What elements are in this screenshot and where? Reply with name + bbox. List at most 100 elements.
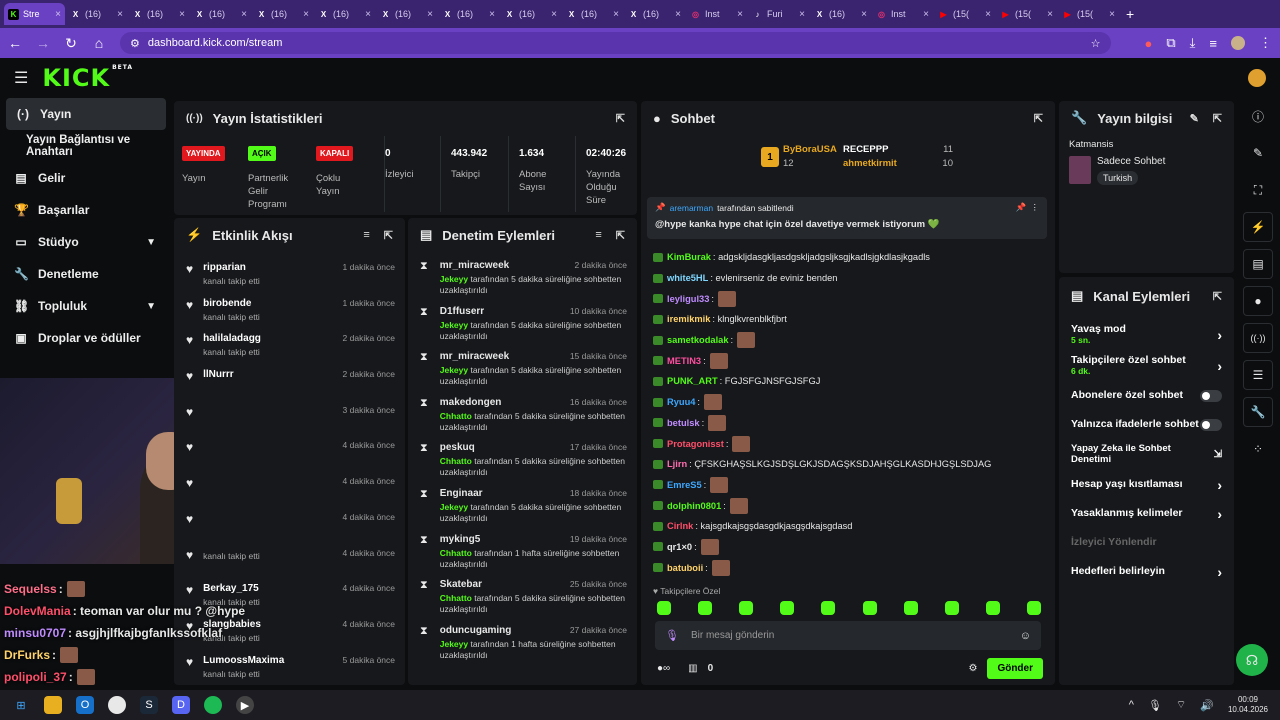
chat-message[interactable]: white5HL: evlenirseniz de eviniz benden: [653, 268, 1049, 289]
sliders-icon[interactable]: ☰: [1243, 360, 1273, 390]
pencil-icon[interactable]: ✎: [1243, 138, 1273, 168]
system-clock[interactable]: 00:09 10.04.2026: [1228, 695, 1268, 716]
gifter-2[interactable]: RECEPPP 11: [843, 144, 953, 155]
moderator-name[interactable]: Jekeyy: [440, 320, 468, 330]
extension-icon[interactable]: ●: [1145, 36, 1153, 51]
file-explorer-icon[interactable]: [44, 696, 62, 714]
moderation-row[interactable]: ⧗ mr_miracweek 15 dakika önce Jekeyy tarafı…: [408, 343, 637, 389]
tab-close-icon[interactable]: ×: [303, 9, 309, 20]
chat-username[interactable]: white5HL: [667, 273, 708, 283]
channel-action-item[interactable]: Takipçilere özel sohbet 6 dk. ›: [1059, 350, 1234, 381]
emote-icon[interactable]: [944, 601, 959, 615]
tab-close-icon[interactable]: ×: [985, 9, 991, 20]
channel-action-item[interactable]: Hesap yaşı kısıtlaması ›: [1059, 470, 1234, 499]
moderated-user[interactable]: peskuq: [440, 442, 475, 453]
moderated-user[interactable]: Enginaar: [440, 488, 483, 499]
browser-tab[interactable]: X (16) ×: [376, 3, 437, 25]
tab-close-icon[interactable]: ×: [675, 9, 681, 20]
emote-icon[interactable]: [657, 601, 671, 615]
moderation-row[interactable]: ⧗ D1ffuserr 10 dakika önce Jekeyy tarafında…: [408, 298, 637, 344]
sidebar-item[interactable]: ▤ Gelir: [0, 162, 172, 194]
info-icon[interactable]: ⓘ: [1243, 101, 1273, 131]
points-icon[interactable]: ●∞: [657, 663, 670, 674]
browser-tab[interactable]: ◎ Inst ×: [872, 3, 933, 25]
tab-close-icon[interactable]: ×: [179, 9, 185, 20]
moderation-row[interactable]: ⧗ mr_miracweek 2 dakika önce Jekeyy tarafın…: [408, 252, 637, 298]
filter-icon[interactable]: ≡: [363, 229, 369, 242]
tray-arrow-icon[interactable]: ^: [1129, 699, 1134, 711]
chat-username[interactable]: Cirlnk: [667, 521, 693, 531]
popout-icon[interactable]: ⇱: [616, 229, 625, 242]
moderated-user[interactable]: mr_miracweek: [440, 351, 510, 362]
moderation-row[interactable]: ⧗ Enginaar 18 dakika önce Jekeyy tarafından…: [408, 480, 637, 526]
channel-action-item[interactable]: Yalnızca ifadelerle sohbet: [1059, 410, 1234, 439]
moderation-row[interactable]: ⧗ makedongen 16 dakika önce Chhatto tarafın…: [408, 389, 637, 435]
tab-close-icon[interactable]: ×: [1047, 9, 1053, 20]
back-icon[interactable]: ←: [8, 35, 22, 51]
moderated-user[interactable]: myking5: [440, 534, 481, 545]
sidebar-item[interactable]: ▭ Stüdyo ▼: [0, 226, 172, 258]
network-icon[interactable]: ⌔: [1176, 698, 1186, 712]
tab-close-icon[interactable]: ×: [551, 9, 557, 20]
sidebar-item[interactable]: 🏆 Başarılar: [0, 194, 172, 226]
settings-icon[interactable]: ⚙: [968, 663, 977, 674]
popout-icon[interactable]: ⇱: [1213, 112, 1222, 125]
chat-message[interactable]: KimBurak: adgskljdasgkljasdgskljadgsljks…: [653, 247, 1049, 268]
chat-username[interactable]: Ryuu4: [667, 397, 695, 407]
sidebar-item[interactable]: 🔧 Denetleme: [0, 258, 172, 290]
windows-start-icon[interactable]: ⊞: [12, 696, 30, 714]
pinned-by-user[interactable]: aremarman: [670, 203, 713, 213]
emote-icon[interactable]: [698, 601, 713, 615]
chat-message[interactable]: Cirlnk: kajsgdkajsgşdasgdkjasgşdkajsgdas…: [653, 516, 1049, 537]
chat-username[interactable]: betulsk: [667, 418, 700, 428]
activity-row[interactable]: ♥ 4 dakika önce: [174, 502, 405, 538]
activity-row[interactable]: ♥ 4 dakika önce: [174, 430, 405, 466]
activity-user[interactable]: ripparian: [203, 262, 260, 273]
moderator-name[interactable]: Jekeyy: [440, 274, 468, 284]
tab-close-icon[interactable]: ×: [117, 9, 123, 20]
browser-tab[interactable]: ◎ Inst ×: [686, 3, 747, 25]
tab-close-icon[interactable]: ×: [241, 9, 247, 20]
broadcast-icon[interactable]: ((·)): [1243, 323, 1273, 353]
send-button[interactable]: Gönder: [987, 657, 1043, 679]
browser-tab[interactable]: K Stre ×: [4, 3, 65, 25]
moderated-user[interactable]: D1ffuserr: [440, 306, 484, 317]
apps-icon[interactable]: ⁘: [1243, 434, 1273, 464]
mic-icon[interactable]: 🎙: [665, 629, 679, 642]
moderated-user[interactable]: Skatebar: [440, 579, 482, 590]
browser-tab[interactable]: X (16) ×: [500, 3, 561, 25]
pinned-message[interactable]: 📌 aremarman tarafından sabitlendi 📌 ⋮ @h…: [647, 197, 1047, 239]
toggle-switch[interactable]: [1200, 389, 1222, 402]
tab-close-icon[interactable]: ×: [613, 9, 619, 20]
profile-avatar[interactable]: [1231, 36, 1245, 50]
tab-close-icon[interactable]: ×: [799, 9, 805, 20]
chat-message[interactable]: dolphin0801:: [653, 495, 1049, 516]
moderator-name[interactable]: Jekeyy: [440, 365, 468, 375]
spotify-icon[interactable]: [204, 696, 222, 714]
category-thumbnail[interactable]: [1069, 156, 1091, 184]
emote-icon[interactable]: [1026, 601, 1041, 615]
media-player-icon[interactable]: ▶: [236, 696, 254, 714]
forward-icon[interactable]: →: [36, 35, 50, 51]
chat-message[interactable]: sametkodalak:: [653, 330, 1049, 351]
sidebar-item[interactable]: Yayın Bağlantısı ve Anahtarı: [0, 130, 172, 162]
tab-close-icon[interactable]: ×: [1109, 9, 1115, 20]
tab-close-icon[interactable]: ×: [861, 9, 867, 20]
extensions-puzzle-icon[interactable]: ⧉: [1166, 35, 1175, 51]
browser-tab[interactable]: X (16) ×: [624, 3, 685, 25]
chat-message[interactable]: iremikmik: klnglkvrenblkfjbrt: [653, 309, 1049, 330]
category-name[interactable]: Sadece Sohbet: [1097, 156, 1165, 167]
emote-icon[interactable]: [862, 601, 877, 615]
moderated-user[interactable]: makedongen: [440, 397, 502, 408]
document-icon[interactable]: ▤: [1243, 249, 1273, 279]
chat-username[interactable]: KimBurak: [667, 252, 711, 262]
site-info-icon[interactable]: ⚙: [130, 37, 140, 50]
tab-close-icon[interactable]: ×: [923, 9, 929, 20]
emote-icon[interactable]: [739, 601, 754, 615]
browser-tab[interactable]: ▶ (15(×: [996, 3, 1057, 25]
browser-tab[interactable]: X (16) ×: [562, 3, 623, 25]
emote-icon[interactable]: [903, 601, 918, 615]
channel-action-item[interactable]: Abonelere özel sohbet: [1059, 381, 1234, 410]
toggle-switch[interactable]: [1200, 418, 1222, 431]
user-avatar[interactable]: [1248, 69, 1266, 87]
